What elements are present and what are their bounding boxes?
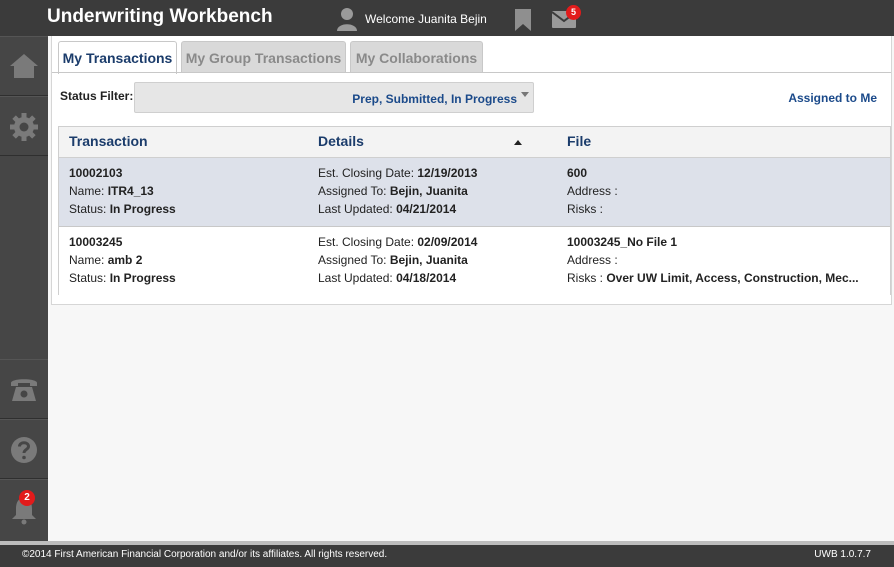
transaction-cell: 10003245 Name: amb 2 Status: In Progress bbox=[69, 233, 176, 287]
phone-icon bbox=[11, 379, 37, 401]
version-text: UWB 1.0.7.7 bbox=[814, 549, 871, 560]
risks-label: Risks : bbox=[567, 271, 607, 285]
address-label: Address : bbox=[567, 253, 618, 267]
transactions-table: Transaction Details File 10002103 Name: … bbox=[58, 126, 891, 296]
chevron-down-icon bbox=[521, 92, 529, 97]
file-name[interactable]: 10003245_No File 1 bbox=[567, 235, 677, 249]
app-title: Underwriting Workbench bbox=[47, 6, 273, 27]
main-content: My Transactions My Group Transactions My… bbox=[48, 36, 894, 541]
transaction-cell: 10002103 Name: ITR4_13 Status: In Progre… bbox=[69, 164, 176, 218]
closing-date-label: Est. Closing Date: bbox=[318, 235, 418, 249]
column-header-transaction[interactable]: Transaction bbox=[69, 133, 148, 149]
table-row[interactable]: 10003245 Name: amb 2 Status: In Progress… bbox=[59, 227, 890, 296]
details-cell: Est. Closing Date: 12/19/2013 Assigned T… bbox=[318, 164, 477, 218]
column-header-details[interactable]: Details bbox=[318, 133, 364, 149]
assigned-to-label: Assigned To: bbox=[318, 184, 390, 198]
closing-date: 02/09/2014 bbox=[417, 235, 478, 249]
status-filter-value: Prep, Submitted, In Progress bbox=[352, 92, 517, 106]
name-label: Name: bbox=[69, 253, 108, 267]
bookmark-icon[interactable] bbox=[514, 9, 532, 31]
mail-count-badge: 5 bbox=[566, 5, 581, 20]
risks-value: Over UW Limit, Access, Construction, Mec… bbox=[606, 271, 859, 285]
address-label: Address : bbox=[567, 184, 618, 198]
help-icon bbox=[11, 437, 37, 463]
last-updated: 04/21/2014 bbox=[396, 202, 457, 216]
footer: ©2014 First American Financial Corporati… bbox=[0, 541, 894, 567]
transaction-status: In Progress bbox=[109, 271, 176, 285]
copyright-text: ©2014 First American Financial Corporati… bbox=[22, 549, 388, 560]
status-filter-select[interactable]: Prep, Submitted, In Progress bbox=[134, 82, 534, 113]
closing-date: 12/19/2013 bbox=[417, 166, 478, 180]
transactions-panel: My Transactions My Group Transactions My… bbox=[51, 36, 892, 305]
assigned-to-label: Assigned To: bbox=[318, 253, 390, 267]
transaction-name: ITR4_13 bbox=[107, 184, 154, 198]
risks-label: Risks : bbox=[567, 202, 603, 216]
sidebar-item-contact[interactable] bbox=[0, 359, 48, 419]
notification-count-badge: 2 bbox=[19, 490, 35, 506]
last-updated-label: Last Updated: bbox=[318, 202, 397, 216]
transaction-id[interactable]: 10002103 bbox=[69, 166, 122, 180]
status-label: Status: bbox=[69, 202, 110, 216]
welcome-text: Welcome Juanita Bejin bbox=[365, 12, 487, 26]
tab-my-group-transactions[interactable]: My Group Transactions bbox=[181, 41, 346, 73]
assigned-to: Bejin, Juanita bbox=[389, 253, 468, 267]
name-label: Name: bbox=[69, 184, 108, 198]
assigned-to: Bejin, Juanita bbox=[389, 184, 468, 198]
transaction-status: In Progress bbox=[109, 202, 176, 216]
top-bar: Underwriting Workbench Welcome Juanita B… bbox=[0, 0, 894, 36]
user-icon[interactable] bbox=[337, 7, 357, 31]
details-cell: Est. Closing Date: 02/09/2014 Assigned T… bbox=[318, 233, 477, 287]
column-header-file[interactable]: File bbox=[567, 133, 591, 149]
status-filter-label: Status Filter: bbox=[60, 89, 134, 103]
filter-bar: Status Filter: Prep, Submitted, In Progr… bbox=[52, 72, 891, 116]
assigned-to-me-link[interactable]: Assigned to Me bbox=[788, 91, 877, 105]
closing-date-label: Est. Closing Date: bbox=[318, 166, 418, 180]
table-row[interactable]: 10002103 Name: ITR4_13 Status: In Progre… bbox=[59, 158, 890, 227]
transaction-name: amb 2 bbox=[107, 253, 143, 267]
home-icon bbox=[10, 54, 38, 78]
table-header: Transaction Details File bbox=[59, 127, 890, 158]
sidebar-item-notifications[interactable] bbox=[0, 479, 48, 539]
sidebar-item-settings[interactable] bbox=[0, 96, 48, 156]
last-updated: 04/18/2014 bbox=[396, 271, 457, 285]
transaction-id[interactable]: 10003245 bbox=[69, 235, 122, 249]
last-updated-label: Last Updated: bbox=[318, 271, 397, 285]
sidebar-item-help[interactable] bbox=[0, 419, 48, 479]
sort-ascending-icon[interactable] bbox=[514, 140, 522, 145]
sidebar-item-home[interactable] bbox=[0, 36, 48, 96]
file-cell: 10003245_No File 1 Address : Risks : Ove… bbox=[567, 233, 859, 287]
gear-icon bbox=[10, 113, 38, 141]
sidebar bbox=[0, 36, 48, 541]
status-label: Status: bbox=[69, 271, 110, 285]
tab-my-collaborations[interactable]: My Collaborations bbox=[350, 41, 483, 73]
file-cell: 600 Address : Risks : bbox=[567, 164, 618, 218]
tab-my-transactions[interactable]: My Transactions bbox=[58, 41, 177, 74]
file-name[interactable]: 600 bbox=[567, 166, 587, 180]
